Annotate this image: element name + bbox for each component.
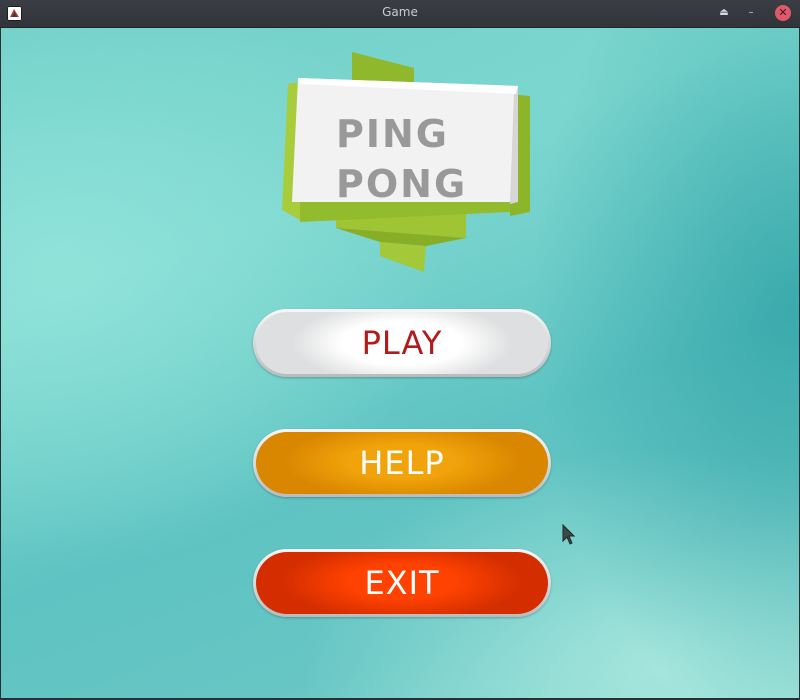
close-icon[interactable]: ✕ [775,5,791,21]
logo-line-pong: PONG [336,162,468,206]
eject-icon[interactable]: ⏏ [716,5,732,21]
help-button-label: HELP [256,432,548,494]
logo-line-ping: PING [336,112,449,156]
play-button[interactable]: PLAY [253,309,551,377]
exit-button[interactable]: EXIT [253,549,551,617]
mouse-cursor-icon [562,524,576,545]
title-bar[interactable]: Game ⏏ – ✕ [0,0,800,28]
window-title: Game [382,5,418,19]
exit-button-label: EXIT [256,552,548,614]
game-window: Game ⏏ – ✕ PING PONG PLAY HELP EXIT [0,0,800,700]
help-button[interactable]: HELP [253,429,551,497]
play-button-label: PLAY [256,312,548,374]
game-menu-background: PING PONG PLAY HELP EXIT [1,28,799,698]
ping-pong-logo: PING PONG [280,52,532,274]
minimize-icon[interactable]: – [743,5,759,21]
